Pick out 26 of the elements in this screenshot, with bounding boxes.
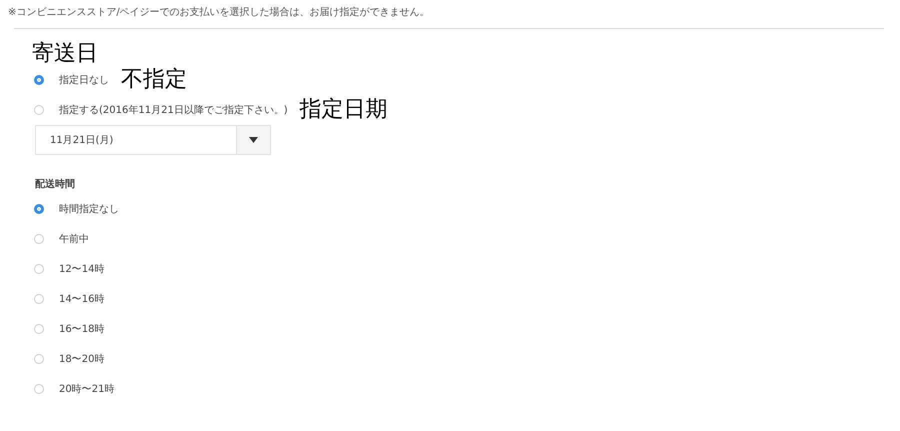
option-label: 14〜16時 xyxy=(59,292,104,306)
select-value: 11月21日(月) xyxy=(49,134,114,148)
annotation-text: 不指定 xyxy=(121,69,187,91)
radio-button[interactable] xyxy=(34,294,44,304)
date-select[interactable]: 11月21日(月) xyxy=(35,125,271,155)
radio-button[interactable] xyxy=(34,354,44,364)
radio-button[interactable] xyxy=(34,324,44,334)
option-label: 12〜14時 xyxy=(59,262,104,276)
option-label: 20時〜21時 xyxy=(59,382,114,396)
option-label: 16〜18時 xyxy=(59,322,104,336)
option-label: 時間指定なし xyxy=(59,202,119,216)
option-label: 18〜20時 xyxy=(59,352,104,366)
radio-button[interactable] xyxy=(34,204,44,214)
notice-text: ※コンビニエンスストア/ペイジーでのお支払いを選択した場合は、お届け指定ができません。 xyxy=(7,6,431,20)
radio-button[interactable] xyxy=(34,234,44,244)
option-label: 午前中 xyxy=(59,232,89,246)
radio-button[interactable] xyxy=(34,75,44,85)
section-title: 配送時間 xyxy=(34,178,76,192)
radio-button[interactable] xyxy=(34,384,44,394)
radio-button[interactable] xyxy=(34,264,44,274)
annotation-text: 寄送日 xyxy=(31,40,99,65)
radio-button[interactable] xyxy=(34,105,44,115)
option-label: 指定する(2016年11月21日以降でご指定下さい。) xyxy=(59,104,288,118)
caret-down-icon xyxy=(249,137,258,143)
option-label: 指定日なし xyxy=(59,74,109,88)
annotation-text: 指定日期 xyxy=(300,99,388,121)
